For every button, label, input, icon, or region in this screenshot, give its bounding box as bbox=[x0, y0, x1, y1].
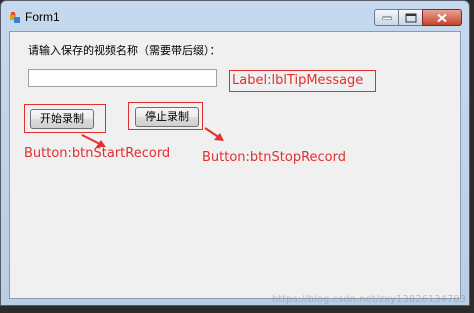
close-button[interactable] bbox=[422, 9, 462, 26]
watermark: https://blog.csdn.net/zxy13826134783 bbox=[271, 294, 466, 305]
video-name-prompt-label: 请输入保存的视频名称（需要带后缀）： bbox=[28, 44, 221, 57]
stop-button-annotation-box bbox=[128, 102, 203, 130]
caption-buttons bbox=[374, 9, 462, 26]
maximize-button[interactable] bbox=[398, 9, 423, 26]
label-annotation-text: Label:lblTipMessage bbox=[232, 73, 364, 88]
start-button-annotation-text: Button:btnStartRecord bbox=[24, 146, 171, 161]
start-button-annotation-box bbox=[24, 104, 106, 133]
video-name-input[interactable] bbox=[28, 69, 217, 87]
maximize-icon bbox=[405, 13, 416, 22]
label-annotation-box: Label:lblTipMessage bbox=[229, 70, 376, 92]
minimize-button[interactable] bbox=[374, 9, 399, 26]
stop-button-annotation-text: Button:btnStopRecord bbox=[202, 150, 346, 165]
window-titlebar[interactable]: Form1 bbox=[1, 1, 469, 31]
form-app-icon bbox=[10, 12, 20, 23]
desktop-screen: Form1 请输入保存的视频名称（需要带后缀）： 开始录制 停止录制 Label… bbox=[0, 0, 474, 313]
stop-annotation-arrow-icon bbox=[204, 127, 224, 141]
minimize-icon bbox=[382, 16, 391, 20]
window-title: Form1 bbox=[25, 10, 60, 24]
close-icon bbox=[437, 13, 447, 22]
